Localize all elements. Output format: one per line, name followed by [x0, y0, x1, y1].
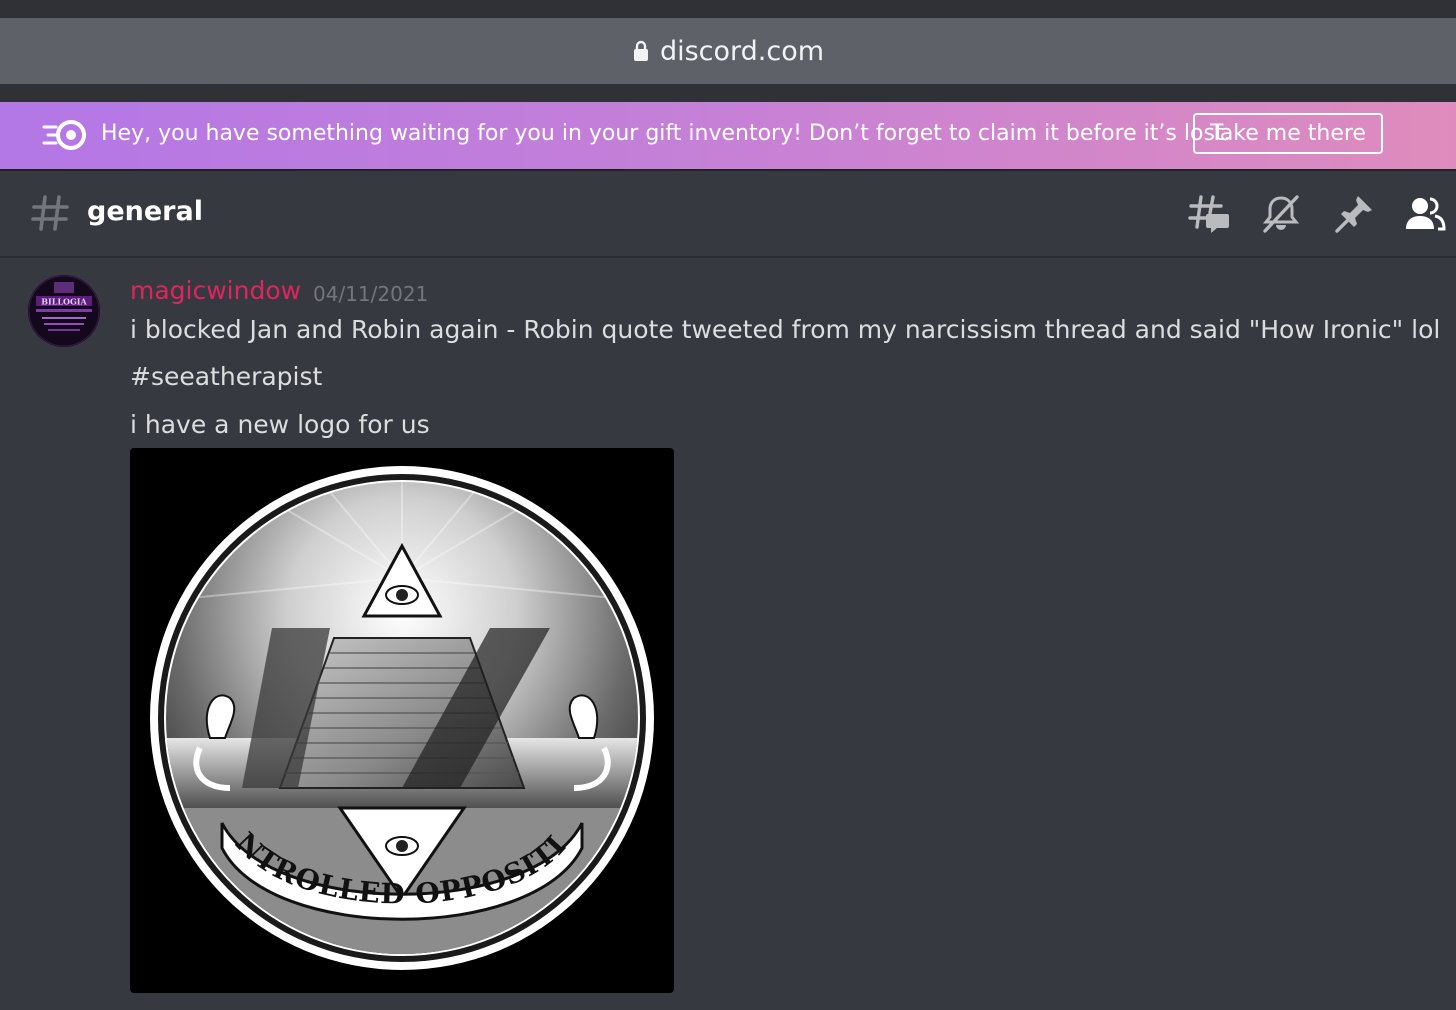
message-text: i have a new logo for us	[130, 410, 430, 439]
members-icon[interactable]	[1404, 193, 1446, 235]
channel-name: general	[87, 196, 203, 227]
channel-hash-icon	[31, 195, 69, 231]
message-author[interactable]: magicwindow	[130, 276, 301, 305]
threads-icon[interactable]	[1188, 193, 1230, 235]
avatar[interactable]: BILLOGIA	[28, 275, 100, 347]
mute-bell-icon[interactable]	[1260, 193, 1302, 235]
nitro-icon	[42, 120, 86, 150]
gift-notice-banner: Hey, you have something waiting for you …	[0, 102, 1456, 169]
take-me-there-button[interactable]: Take me there	[1193, 113, 1383, 154]
avatar-image: BILLOGIA	[28, 275, 100, 347]
lock-icon	[633, 40, 648, 61]
seal-logo-image: CONTROLLED OPPOSITION	[130, 448, 654, 970]
browser-gap	[0, 84, 1456, 102]
channel-header: general	[0, 171, 1456, 256]
address-bar[interactable]: discord.com	[0, 18, 1456, 84]
message-text: #seeatherapist	[130, 362, 323, 391]
message-text: i blocked Jan and Robin again - Robin qu…	[130, 315, 1441, 344]
banner-message: Hey, you have something waiting for you …	[101, 121, 1231, 146]
image-attachment[interactable]: CONTROLLED OPPOSITION	[130, 448, 674, 993]
url-text: discord.com	[659, 35, 825, 67]
avatar-text: BILLOGIA	[41, 297, 87, 307]
message-timestamp: 04/11/2021	[313, 282, 429, 306]
divider	[0, 256, 1456, 258]
browser-top-strip	[0, 0, 1456, 18]
pin-icon[interactable]	[1333, 193, 1375, 235]
